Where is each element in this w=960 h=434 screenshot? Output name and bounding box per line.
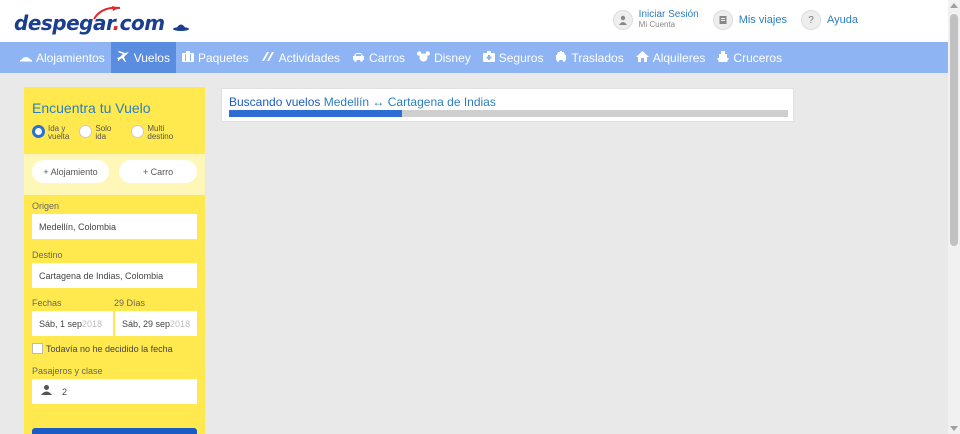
nav-vuelos[interactable]: Vuelos: [110, 42, 176, 73]
add-car-button[interactable]: + Carro: [119, 160, 197, 183]
scroll-thumb[interactable]: [950, 14, 958, 246]
route-origin: Medellín: [323, 95, 370, 109]
nav-seguros[interactable]: Seguros: [477, 42, 550, 73]
page-scrollbar[interactable]: [948, 0, 960, 434]
searching-status-card: Buscando vuelos Medellín ↔ Cartagena de …: [221, 88, 794, 122]
radio-dot: [131, 125, 145, 138]
nav-label: Vuelos: [133, 50, 170, 65]
passengers-label: Pasajeros y clase: [32, 366, 103, 376]
nav-carros[interactable]: Carros: [346, 42, 411, 73]
plane-icon: [116, 50, 130, 65]
scroll-up-arrow-icon[interactable]: [950, 3, 958, 8]
radio-dot: [79, 125, 93, 138]
user-icon: [612, 10, 633, 30]
undecided-date-option[interactable]: Todavía no he decidido la fecha: [32, 343, 173, 354]
undecided-checkbox[interactable]: [32, 343, 43, 354]
package-icon: [181, 51, 194, 64]
house-icon: [635, 51, 649, 64]
origin-label: Origen: [32, 201, 60, 211]
depart-year-ghost: 2018: [82, 318, 103, 329]
origin-input[interactable]: Medellín, Colombia: [32, 214, 197, 239]
activities-icon: [261, 51, 275, 64]
logo-com: com: [119, 11, 165, 35]
depart-date-input[interactable]: Sáb, 1 sep 2018: [32, 311, 113, 336]
passengers-input[interactable]: 2: [32, 379, 197, 404]
nav-actividades[interactable]: Actividades: [255, 42, 346, 73]
nav-label: Actividades: [278, 50, 341, 65]
route-destination: Cartagena de Indias: [387, 95, 496, 109]
radio-multi-destination[interactable]: Multi destino: [131, 125, 173, 141]
person-icon: [41, 385, 52, 398]
despegar-logo[interactable]: despegar.com: [14, 6, 190, 35]
trip-type-group: Ida y vuelta Solo ida Multi destino: [32, 125, 183, 141]
scroll-down-arrow-icon[interactable]: [950, 426, 958, 431]
nav-disney[interactable]: Disney: [411, 42, 477, 73]
nav-alquileres[interactable]: Alquileres: [630, 42, 712, 73]
radio-round-trip[interactable]: Ida y vuelta: [32, 125, 69, 141]
days-count-label: 29 Días: [114, 298, 146, 308]
add-lodging-button[interactable]: + Alojamiento: [32, 160, 109, 183]
help-link[interactable]: ? Ayuda: [801, 10, 858, 30]
insurance-icon: [482, 51, 495, 64]
nav-label: Paquetes: [197, 50, 249, 65]
passengers-count: 2: [62, 386, 68, 397]
searching-prefix: Buscando vuelos: [229, 95, 324, 109]
top-header: despegar.com Iniciar Sesión Mi Cuenta Mi…: [0, 0, 948, 42]
destination-label: Destino: [32, 250, 63, 260]
help-icon: ?: [801, 10, 821, 30]
login-label: Iniciar Sesión: [638, 9, 699, 20]
radio-dot: [32, 125, 45, 138]
trips-icon: [712, 10, 733, 30]
nav-label: Alquileres: [652, 50, 706, 65]
nav-label: Traslados: [571, 50, 624, 65]
account-label: Mi Cuenta: [638, 20, 676, 29]
logo-plane-icon: [93, 6, 121, 20]
car-icon: [352, 52, 365, 64]
route-arrow: ↔: [369, 95, 388, 109]
nav-label: Cruceros: [733, 50, 783, 65]
destination-input[interactable]: Cartagena de Indias, Colombia: [32, 263, 197, 288]
bed-icon: [20, 52, 32, 64]
logo-hat-icon: [173, 24, 189, 31]
panel-title: Encuentra tu Vuelo: [32, 100, 151, 116]
disney-icon: [417, 51, 431, 64]
search-progress-fill: [229, 110, 403, 117]
my-trips-link[interactable]: Mis viajes: [712, 10, 787, 30]
return-date-value: Sáb, 29 sep: [122, 318, 171, 329]
return-date-input[interactable]: Sáb, 29 sep 2018: [115, 311, 197, 336]
transfer-icon: [555, 51, 567, 64]
nav-cruceros[interactable]: Cruceros: [711, 42, 788, 73]
depart-date-value: Sáb, 1 sep: [39, 318, 83, 329]
nav-label: Carros: [369, 50, 406, 65]
undecided-label: Todavía no he decidido la fecha: [46, 343, 173, 354]
nav-traslados[interactable]: Traslados: [549, 42, 629, 73]
product-nav: Alojamientos Vuelos Paquetes Actividades…: [0, 42, 948, 73]
search-button[interactable]: [32, 428, 197, 434]
flight-search-panel: Encuentra tu Vuelo Ida y vuelta Solo ida M…: [24, 87, 205, 434]
help-label: Ayuda: [827, 14, 858, 26]
login-link[interactable]: Iniciar Sesión Mi Cuenta: [612, 9, 699, 30]
my-trips-label: Mis viajes: [738, 14, 787, 26]
nav-label: Alojamientos: [36, 50, 105, 65]
nav-alojamientos[interactable]: Alojamientos: [14, 42, 111, 73]
dates-label: Fechas: [32, 298, 62, 308]
nav-paquetes[interactable]: Paquetes: [176, 42, 255, 73]
return-year-ghost: 2018: [170, 318, 191, 329]
search-progress-bar: [229, 110, 788, 117]
nav-label: Seguros: [498, 50, 544, 65]
cruise-icon: [717, 51, 730, 64]
radio-one-way[interactable]: Solo ida: [79, 125, 111, 141]
searching-status-text: Buscando vuelos Medellín ↔ Cartagena de …: [229, 95, 496, 109]
nav-label: Disney: [434, 50, 471, 65]
